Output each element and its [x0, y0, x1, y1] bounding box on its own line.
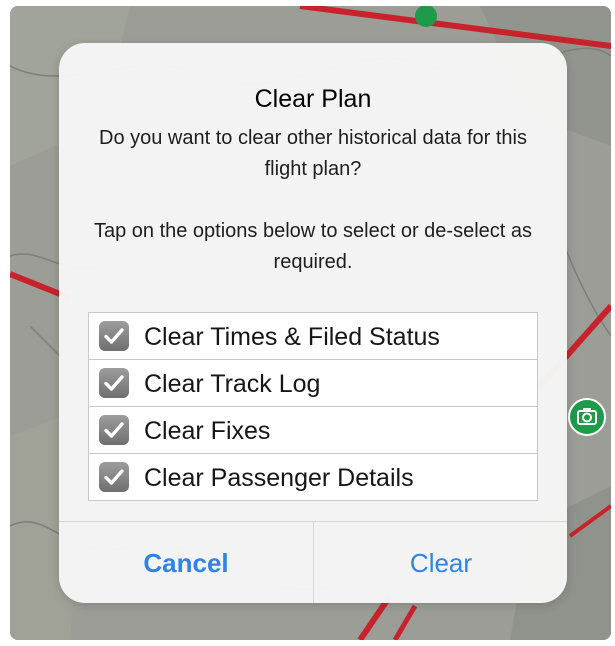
option-clear-passenger-details[interactable]: Clear Passenger Details	[89, 454, 537, 500]
checkmark-icon	[104, 469, 124, 485]
camera-icon[interactable]	[567, 397, 607, 437]
checkmark-icon	[104, 375, 124, 391]
checkbox[interactable]	[99, 321, 129, 351]
option-label: Clear Fixes	[144, 417, 271, 445]
clear-plan-dialog: Clear Plan Do you want to clear other hi…	[59, 43, 567, 603]
dialog-button-row: Cancel Clear	[59, 521, 567, 603]
clear-button[interactable]: Clear	[313, 522, 567, 603]
option-clear-track-log[interactable]: Clear Track Log	[89, 360, 537, 407]
checkmark-icon	[104, 422, 124, 438]
option-clear-fixes[interactable]: Clear Fixes	[89, 407, 537, 454]
dialog-message: Do you want to clear other historical da…	[89, 123, 537, 278]
dialog-message-instructions: Tap on the options below to select or de…	[93, 220, 533, 273]
option-label: Clear Passenger Details	[144, 464, 414, 492]
checkbox[interactable]	[99, 462, 129, 492]
screen: Clear Plan Do you want to clear other hi…	[0, 0, 615, 646]
option-label: Clear Times & Filed Status	[144, 323, 440, 351]
checkmark-icon	[104, 328, 124, 344]
checkbox[interactable]	[99, 415, 129, 445]
dialog-message-question: Do you want to clear other historical da…	[99, 127, 527, 180]
option-label: Clear Track Log	[144, 370, 321, 398]
options-list: Clear Times & Filed Status Clear Track L…	[88, 312, 538, 501]
checkbox[interactable]	[99, 368, 129, 398]
option-clear-times-filed-status[interactable]: Clear Times & Filed Status	[89, 313, 537, 360]
cancel-button[interactable]: Cancel	[59, 522, 313, 603]
dialog-title: Clear Plan	[254, 85, 372, 113]
